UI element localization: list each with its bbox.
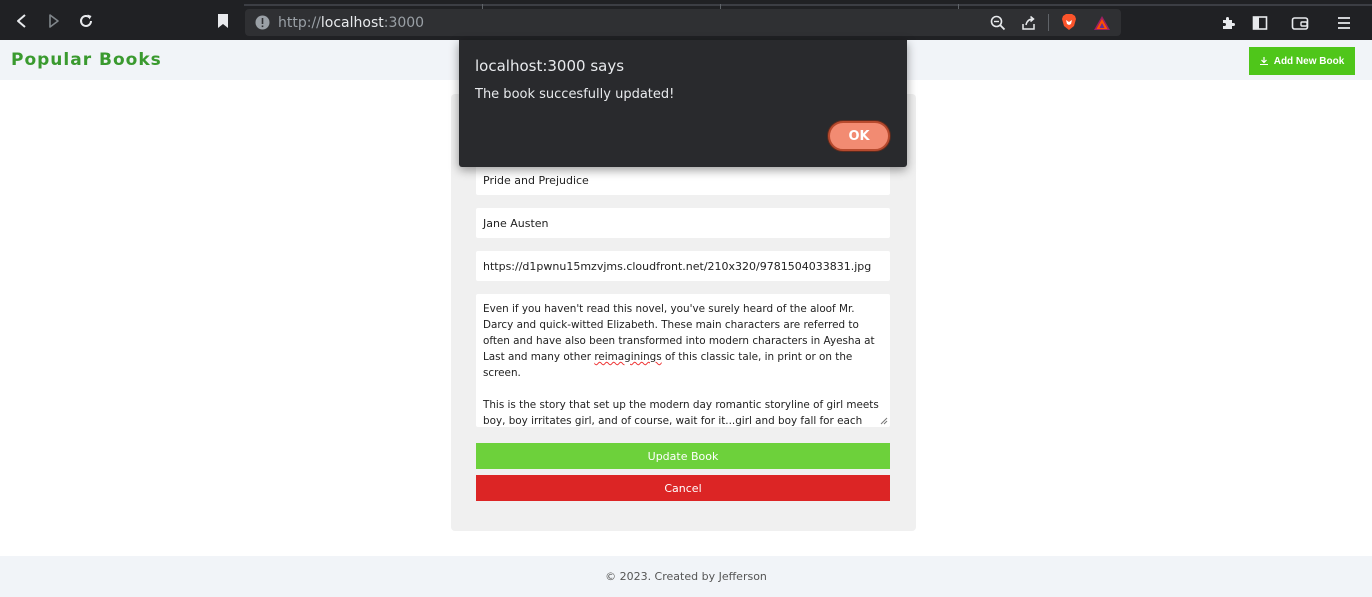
- dialog-message: The book succesfully updated!: [475, 87, 675, 102]
- add-icon: [1259, 57, 1268, 65]
- url-text[interactable]: http://localhost:3000: [278, 15, 424, 31]
- menu-icon[interactable]: [1334, 13, 1354, 33]
- extensions-icon[interactable]: [1218, 13, 1238, 33]
- browser-toolbar: http://localhost:3000: [0, 0, 1372, 40]
- forward-icon[interactable]: [44, 11, 64, 31]
- url-host: localhost: [320, 15, 384, 31]
- tab-strip: [244, 4, 1372, 10]
- wallet-icon[interactable]: [1290, 13, 1310, 33]
- description-textarea[interactable]: Even if you haven't read this novel, you…: [476, 294, 890, 427]
- rewards-icon[interactable]: [1092, 13, 1112, 33]
- sidebar-icon[interactable]: [1250, 13, 1270, 33]
- bookmark-icon[interactable]: [213, 11, 233, 31]
- share-icon[interactable]: [1019, 13, 1039, 33]
- brave-shield-icon[interactable]: [1059, 12, 1079, 32]
- url-port: :3000: [383, 15, 425, 31]
- url-prefix: http://: [278, 15, 321, 31]
- title-input[interactable]: Pride and Prejudice: [476, 165, 890, 195]
- brand-title[interactable]: Popular Books: [11, 50, 162, 70]
- update-book-button[interactable]: Update Book: [476, 443, 890, 469]
- ok-button[interactable]: OK: [828, 121, 890, 151]
- address-bar[interactable]: http://localhost:3000: [245, 9, 1121, 36]
- description-misspelled-word: reimaginings: [594, 351, 662, 363]
- author-input[interactable]: Jane Austen: [476, 208, 890, 238]
- image-url-input[interactable]: https://d1pwnu15mzvjms.cloudfront.net/21…: [476, 251, 890, 281]
- add-new-book-button[interactable]: Add New Book: [1249, 47, 1355, 75]
- info-icon[interactable]: [255, 15, 270, 30]
- footer-text: © 2023. Created by Jefferson: [605, 570, 767, 583]
- back-icon[interactable]: [12, 11, 32, 31]
- cancel-button[interactable]: Cancel: [476, 475, 890, 501]
- reload-icon[interactable]: [76, 11, 96, 31]
- alert-dialog: localhost:3000 says The book succesfully…: [459, 40, 907, 167]
- dialog-title: localhost:3000 says: [475, 57, 625, 75]
- zoom-icon[interactable]: [988, 13, 1008, 33]
- footer: © 2023. Created by Jefferson: [0, 556, 1372, 597]
- add-new-book-label: Add New Book: [1273, 55, 1345, 67]
- resize-grip-icon[interactable]: [880, 417, 888, 425]
- address-divider: [1048, 14, 1049, 31]
